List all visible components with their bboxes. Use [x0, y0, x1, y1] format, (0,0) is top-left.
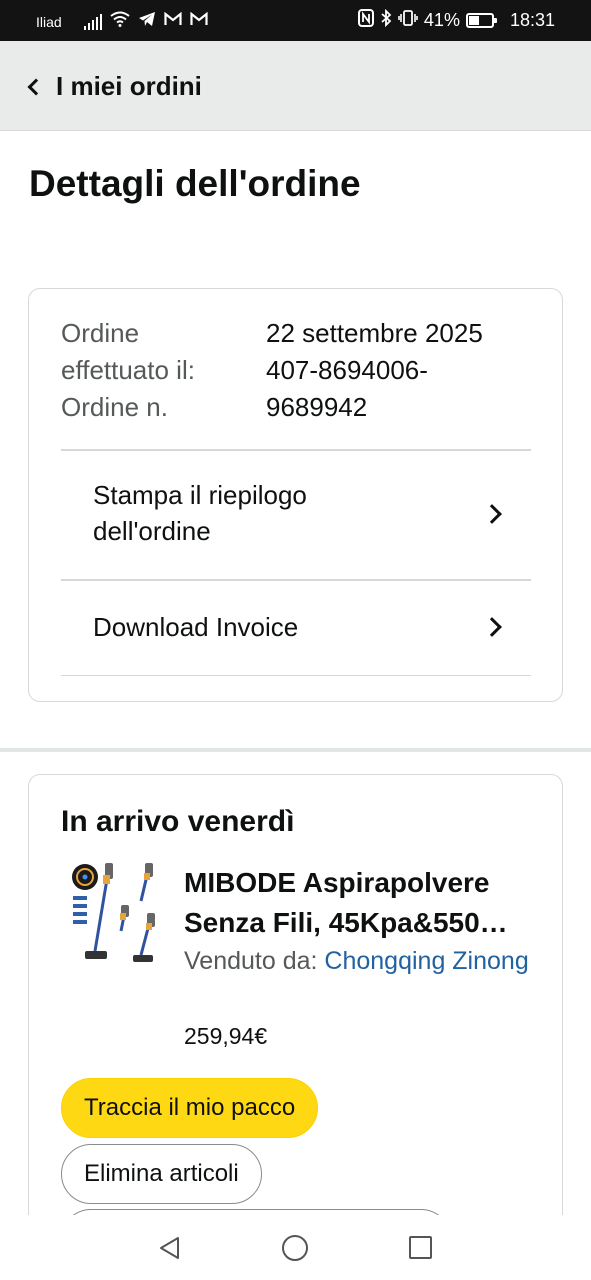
- nav-home-icon[interactable]: [282, 1235, 308, 1261]
- chevron-right-icon: [482, 504, 502, 524]
- vibrate-icon: [398, 9, 418, 32]
- battery-percent: 41%: [423, 10, 460, 30]
- print-summary-line-2: dell'ordine: [93, 516, 211, 546]
- page-title: Dettagli dell'ordine: [29, 163, 361, 204]
- print-summary-link[interactable]: Stampa il riepilogo dell'ordine: [61, 451, 531, 579]
- status-bar: Iliad 41% 18:31: [0, 0, 591, 41]
- clock: 18:31: [509, 10, 555, 30]
- order-date-label: Ordine: [61, 318, 140, 348]
- back-label: I miei ordini: [56, 71, 202, 101]
- status-bar-right: 41% 18:31: [357, 8, 555, 32]
- order-number-value: 407-8694006-: [266, 355, 428, 385]
- chevron-left-icon: [27, 78, 45, 96]
- order-date-value: 22 settembre 2025: [266, 318, 483, 348]
- system-nav-bar: [0, 1215, 591, 1280]
- telegram-icon: [138, 11, 156, 32]
- nav-back-icon[interactable]: [157, 1235, 183, 1261]
- seller-link[interactable]: Chongqing Zinong: [324, 947, 528, 975]
- order-info-values: 22 settembre 2025 407-8694006- 9689942: [266, 315, 536, 426]
- wifi-icon: [110, 11, 130, 32]
- delivery-status: In arrivo venerdì: [61, 805, 295, 838]
- product-image[interactable]: [65, 861, 157, 969]
- print-summary-label: Stampa il riepilogo dell'ordine: [93, 477, 307, 549]
- order-number-label: Ordine n.: [61, 392, 168, 422]
- battery-fill: [468, 16, 479, 25]
- product-title[interactable]: MIBODE Aspirapolvere Senza Fili, 45Kpa&5…: [184, 863, 534, 943]
- back-link[interactable]: I miei ordini: [24, 71, 202, 101]
- carrier-name: Iliad: [36, 13, 62, 30]
- seller-info: Venduto da: Chongqing Zinong: [184, 943, 534, 980]
- status-bar-left: Iliad: [36, 11, 208, 32]
- order-info-card: Ordine effettuato il: Ordine n. 22 sette…: [28, 288, 563, 702]
- battery-icon: [465, 13, 497, 28]
- download-invoice-link[interactable]: Download Invoice: [61, 581, 531, 673]
- section-separator: [0, 748, 591, 752]
- download-invoice-label: Download Invoice: [93, 612, 299, 642]
- signal-icon: [83, 13, 102, 30]
- product-price: 259,94€: [184, 1023, 268, 1049]
- gmail-icon: [190, 11, 208, 31]
- track-package-button[interactable]: Traccia il mio pacco: [61, 1078, 319, 1138]
- chevron-right-icon: [482, 617, 502, 637]
- delete-items-button[interactable]: Elimina articoli: [61, 1144, 262, 1204]
- seller-prefix: Venduto da:: [184, 947, 325, 975]
- order-info-labels: Ordine effettuato il: Ordine n.: [61, 315, 261, 426]
- gmail-icon: [164, 11, 182, 31]
- nav-recents-icon[interactable]: [409, 1236, 432, 1259]
- divider: [61, 675, 531, 676]
- nfc-icon: [357, 9, 374, 32]
- order-number-value-cont: 9689942: [266, 392, 368, 422]
- top-bar: I miei ordini: [0, 41, 591, 131]
- shipment-card: In arrivo venerdì MIBODE Aspirapolvere S…: [28, 774, 563, 1280]
- print-summary-line-1: Stampa il riepilogo: [93, 480, 307, 510]
- bluetooth-icon: [380, 8, 392, 32]
- order-date-label-cont: effettuato il:: [61, 355, 195, 385]
